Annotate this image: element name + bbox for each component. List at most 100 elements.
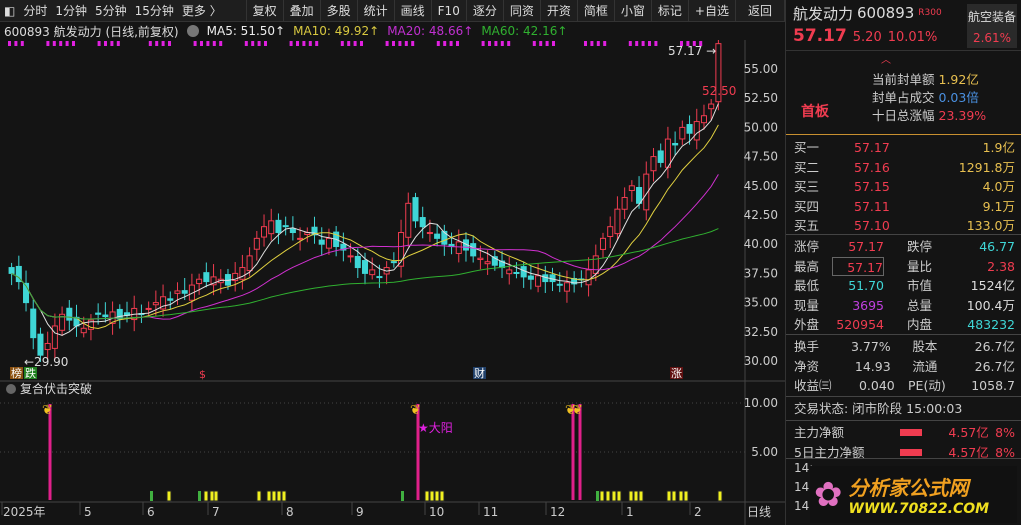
bid-price: 57.17 — [854, 140, 890, 155]
event-marker — [168, 41, 171, 46]
stats-button[interactable]: 统计 — [358, 0, 395, 22]
period-15min[interactable]: 15分钟 — [131, 0, 178, 22]
candle-body — [477, 257, 484, 261]
event-marker — [590, 41, 594, 46]
flow-label: 主力净额 — [794, 425, 845, 440]
logo-url: WWW.70822.COM — [848, 501, 990, 517]
stat-value: 483232 — [967, 317, 1015, 332]
volume-marker — [150, 491, 153, 501]
sector-box[interactable]: 航空装备 2.61% — [967, 4, 1017, 48]
stat-value: 2.38 — [987, 258, 1015, 274]
event-marker — [500, 41, 504, 46]
volume-marker — [429, 490, 435, 502]
stat-label: 市值 — [906, 278, 932, 293]
volume-marker — [276, 490, 282, 502]
ma5-label: MA5: 51.50↑ — [206, 24, 286, 38]
butterfly-icon: ❦ — [572, 403, 583, 418]
price-change: 5.20 — [852, 30, 882, 45]
index-tag: R300 — [918, 8, 942, 18]
zhufen-button[interactable]: 逐分 — [467, 0, 504, 22]
tongzi-button[interactable]: 同资 — [504, 0, 541, 22]
expand-icon[interactable]: ︿ — [881, 51, 891, 66]
event-marker — [46, 41, 50, 46]
bid-level: 买二 — [794, 159, 820, 175]
event-marker — [52, 41, 56, 46]
bid-row: 买一 57.17 1.9亿 — [786, 138, 1021, 158]
candle-body — [527, 275, 534, 280]
bid-row: 买二 57.16 1291.8万 — [786, 158, 1021, 178]
candle-body — [679, 126, 686, 140]
candle-body — [599, 237, 607, 250]
bid-row: 买四 57.11 9.1万 — [786, 197, 1021, 217]
seal-amount-label: 当前封单额 — [872, 72, 935, 87]
candle-body — [8, 267, 15, 274]
overlay-button[interactable]: 叠加 — [284, 0, 321, 22]
kaizi-button[interactable]: 开资 — [541, 0, 578, 22]
x-tick-label: 2 — [694, 505, 702, 519]
small-window-button[interactable]: 小窗 — [615, 0, 652, 22]
volume-marker — [628, 490, 634, 502]
stat-label: 总量 — [906, 297, 932, 313]
candle-body — [95, 312, 102, 315]
x-tick-label: 10 — [429, 505, 444, 519]
candle-body — [181, 290, 188, 294]
ma60-label: MA60: 42.16↑ — [481, 24, 568, 38]
flow-pct: 8% — [995, 425, 1015, 440]
event-marker — [212, 41, 216, 46]
period-5min[interactable]: 5分钟 — [91, 0, 131, 22]
y-tick-label: 45.00 — [744, 179, 778, 193]
candle-body — [44, 342, 51, 351]
event-marker — [104, 41, 107, 46]
layout-toggle-icon[interactable]: ◧ — [0, 0, 19, 22]
stat-row: 最低 51.70 市值 1524亿 — [786, 276, 1021, 296]
butterfly-icon: ❦ — [410, 403, 421, 418]
collapse-icon — [6, 384, 16, 394]
candle-body — [167, 298, 174, 301]
bid-volume: 1.9亿 — [982, 140, 1015, 155]
event-marker — [552, 41, 555, 46]
x-tick-label: 11 — [483, 505, 498, 519]
candle-body — [354, 255, 361, 269]
add-watchlist-button[interactable]: +自选 — [689, 0, 736, 22]
event-marker — [436, 41, 440, 46]
draw-button[interactable]: 画线 — [395, 0, 432, 22]
y-tick-label: 40.00 — [744, 237, 778, 251]
fuquan-button[interactable]: 复权 — [245, 0, 284, 22]
period-1min[interactable]: 1分钟 — [51, 0, 91, 22]
f10-button[interactable]: F10 — [432, 0, 467, 22]
event-marker — [596, 41, 600, 46]
volume-marker — [401, 491, 404, 501]
event-label: 财 — [474, 366, 485, 380]
multi-stock-button[interactable]: 多股 — [321, 0, 358, 22]
candle-body — [700, 115, 707, 124]
bid-price: 57.10 — [854, 218, 890, 233]
signal-bar — [416, 404, 420, 500]
simple-frame-button[interactable]: 简框 — [578, 0, 615, 22]
period-label: 日线 — [747, 505, 771, 519]
event-marker — [8, 41, 11, 46]
candle-body — [563, 282, 570, 292]
candle-body — [405, 202, 412, 238]
volume-marker — [266, 490, 272, 502]
candle-body — [376, 276, 383, 279]
seal-ratio-label: 封单占成交 — [872, 90, 935, 105]
bid-row: 买五 57.10 133.0万 — [786, 216, 1021, 236]
candle-body — [116, 308, 123, 320]
volume-marker — [271, 490, 277, 502]
back-button[interactable]: 返回 — [736, 0, 785, 22]
settings-icon[interactable] — [186, 25, 199, 37]
stat-label: 量比 — [906, 258, 932, 274]
candle-body — [145, 307, 152, 310]
period-more[interactable]: 更多 〉 — [178, 0, 226, 22]
signal-label: ★大阳 — [418, 421, 453, 435]
event-marker — [65, 41, 69, 46]
ma20-label: MA20: 48.66↑ — [387, 24, 474, 38]
event-marker — [148, 41, 152, 46]
signal-bar — [571, 404, 575, 500]
event-marker — [14, 41, 18, 46]
period-fenshi[interactable]: 分时 — [19, 0, 51, 22]
event-marker — [257, 41, 261, 46]
ten-day-label: 十日总涨幅 — [872, 108, 935, 123]
kline-chart[interactable]: 55.0052.5050.0047.5045.0042.5040.0037.50… — [0, 40, 785, 525]
mark-button[interactable]: 标记 — [652, 0, 689, 22]
